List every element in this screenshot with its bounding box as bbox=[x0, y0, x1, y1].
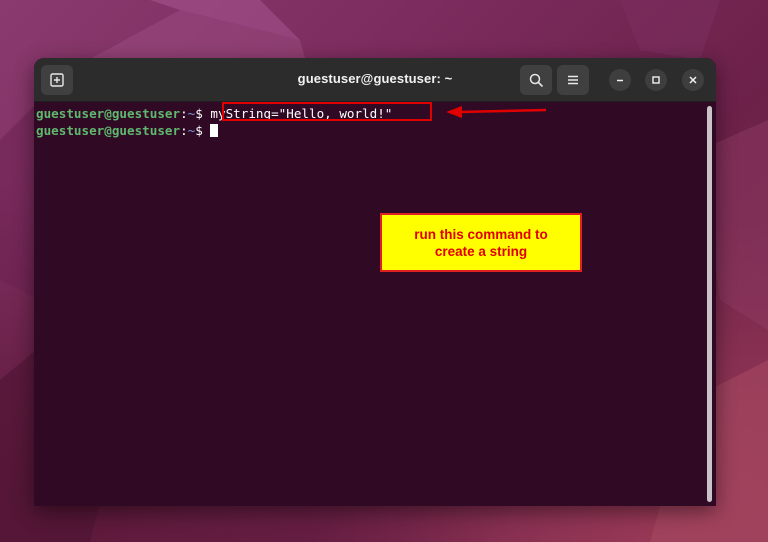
maximize-button[interactable] bbox=[645, 69, 667, 91]
new-tab-icon bbox=[50, 73, 64, 87]
close-button[interactable] bbox=[682, 69, 704, 91]
scrollbar[interactable] bbox=[707, 106, 712, 502]
annotation-callout: run this command to create a string bbox=[380, 213, 582, 272]
terminal-line: guestuser@guestuser:~$ bbox=[36, 122, 219, 139]
minimize-button[interactable] bbox=[609, 69, 631, 91]
minimize-icon bbox=[617, 79, 623, 82]
close-icon bbox=[689, 76, 697, 84]
search-icon bbox=[529, 73, 543, 87]
prompt-symbol: $ bbox=[195, 123, 211, 138]
menu-button[interactable] bbox=[557, 65, 589, 95]
prompt-separator: : bbox=[180, 123, 188, 138]
terminal-output[interactable]: guestuser@guestuser:~$ myString="Hello, … bbox=[34, 102, 716, 506]
annotation-arrow-icon bbox=[446, 106, 547, 118]
prompt-user-host: guestuser@guestuser bbox=[36, 123, 181, 138]
command-highlight-box bbox=[222, 102, 432, 121]
terminal-window: guestuser@guestuser: ~ guestuser@guestus… bbox=[34, 58, 716, 506]
maximize-icon bbox=[652, 76, 660, 84]
callout-line-1: run this command to bbox=[414, 226, 548, 242]
hamburger-menu-icon bbox=[568, 75, 578, 85]
callout-line-2: create a string bbox=[434, 243, 528, 259]
prompt-symbol: $ bbox=[195, 106, 211, 121]
new-tab-button[interactable] bbox=[41, 65, 73, 95]
text-cursor bbox=[210, 124, 219, 137]
prompt-user-host: guestuser@guestuser bbox=[36, 106, 181, 121]
window-title: guestuser@guestuser: ~ bbox=[297, 71, 453, 86]
search-button[interactable] bbox=[520, 65, 552, 95]
prompt-separator: : bbox=[180, 106, 188, 121]
header-bar: guestuser@guestuser: ~ bbox=[34, 58, 716, 102]
